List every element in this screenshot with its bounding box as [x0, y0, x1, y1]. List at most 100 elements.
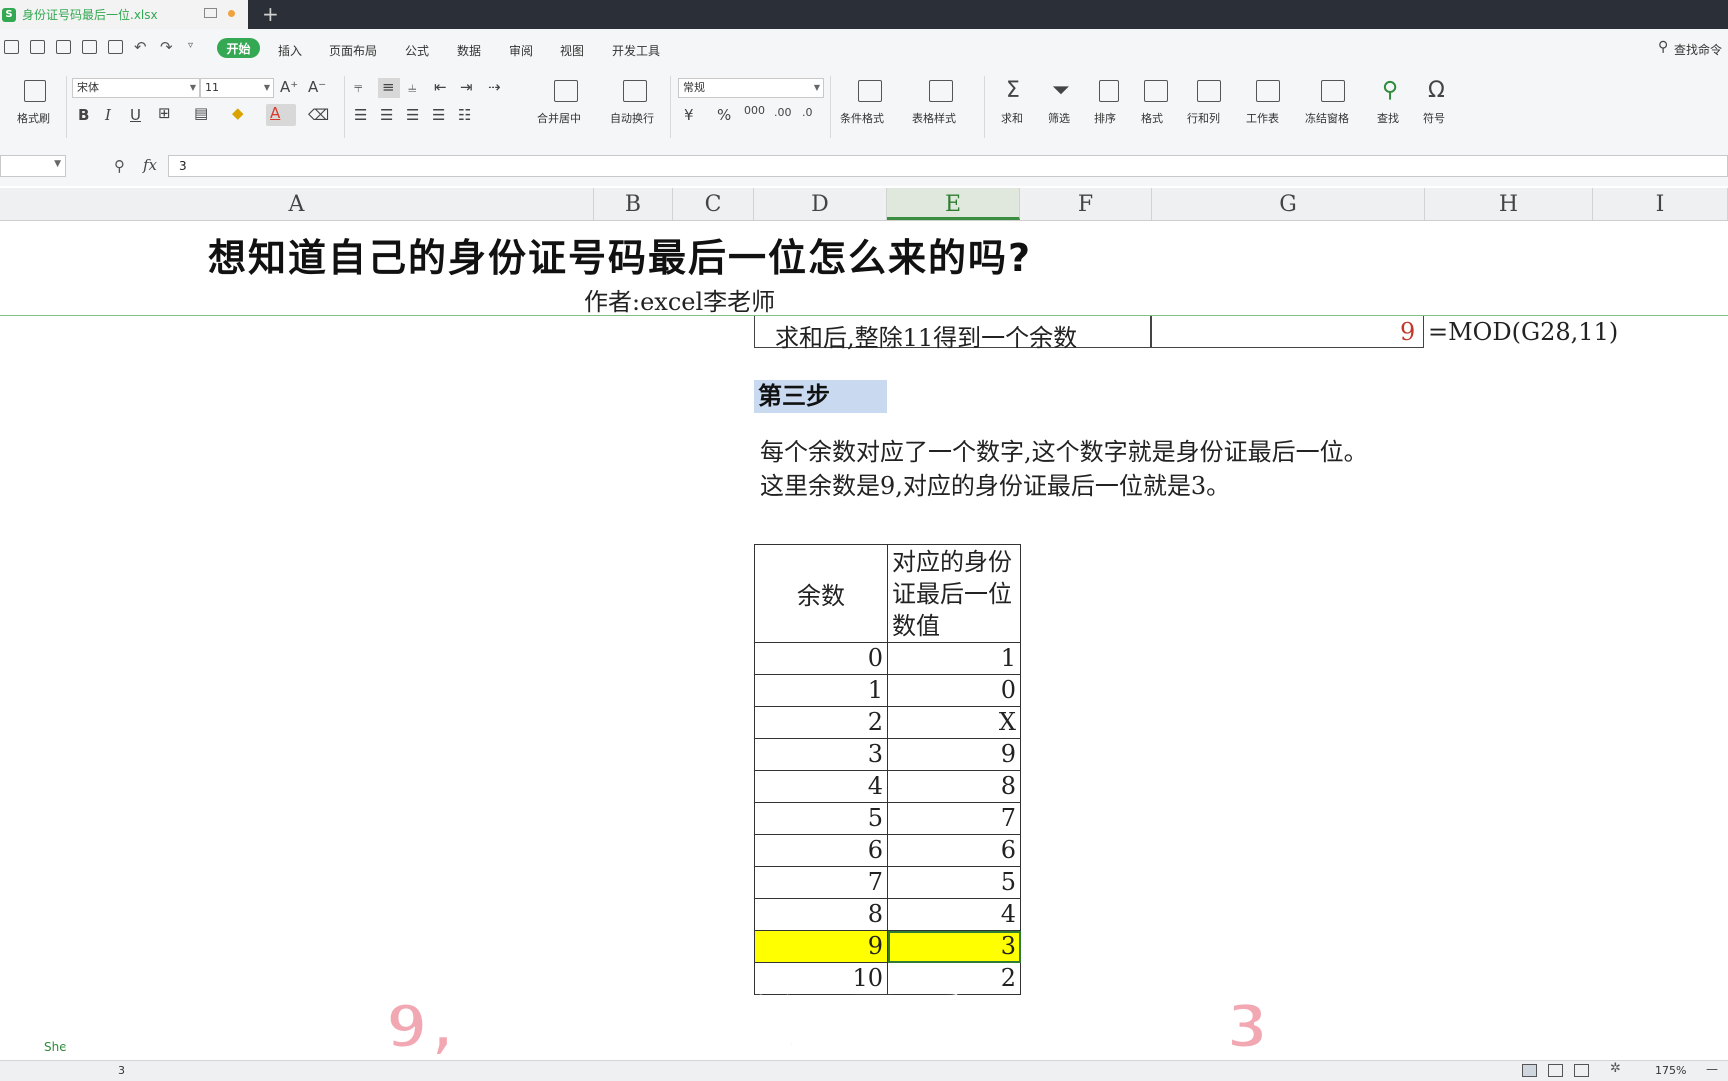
- remainder-cell[interactable]: 8: [754, 898, 888, 931]
- file-tab[interactable]: S 身份证号码最后一位.xlsx: [0, 0, 248, 29]
- symbol-icon[interactable]: Ω: [1428, 78, 1445, 103]
- table-header-id-last-digit[interactable]: 对应的身份证最后一位数值: [887, 544, 1021, 643]
- zoom-formula-icon[interactable]: ⚲: [114, 157, 125, 175]
- table-style-button[interactable]: 表格样式: [912, 110, 956, 126]
- plus-icon[interactable]: +: [262, 2, 279, 26]
- remainder-cell[interactable]: 5: [754, 802, 888, 835]
- mod-step-description-cell[interactable]: 求和后,整除11得到一个余数: [775, 318, 1077, 353]
- eraser-icon[interactable]: ⌫: [308, 106, 329, 124]
- column-header-g[interactable]: G: [1152, 188, 1425, 220]
- export-icon[interactable]: [56, 40, 71, 54]
- column-header-b[interactable]: B: [594, 188, 673, 220]
- remainder-cell[interactable]: 2: [754, 706, 888, 739]
- conditional-format-button[interactable]: 条件格式: [840, 110, 884, 126]
- sum-icon[interactable]: Σ: [1006, 78, 1020, 103]
- menu-tab-insert[interactable]: 插入: [278, 42, 302, 59]
- column-header-a[interactable]: A: [0, 188, 594, 220]
- page-layout-view-icon[interactable]: [1548, 1064, 1563, 1077]
- save-icon[interactable]: [30, 40, 45, 54]
- find-button[interactable]: 查找: [1377, 110, 1399, 126]
- symbol-button[interactable]: 符号: [1423, 110, 1445, 126]
- font-size-select[interactable]: 11 ▼: [200, 78, 274, 98]
- remainder-cell[interactable]: 4: [754, 770, 888, 803]
- conditional-format-icon[interactable]: [858, 80, 882, 102]
- sort-icon[interactable]: [1099, 80, 1119, 102]
- normal-view-icon[interactable]: [1522, 1064, 1537, 1077]
- digit-cell[interactable]: 5: [887, 866, 1021, 899]
- align-bottom-icon[interactable]: ⫨: [408, 78, 416, 96]
- sheet-tab[interactable]: She: [44, 1040, 67, 1054]
- border-icon[interactable]: ⊞: [158, 104, 171, 122]
- explanation-line-1[interactable]: 每个余数对应了一个数字,这个数字就是身份证最后一位。: [760, 432, 1368, 467]
- menu-tab-view[interactable]: 视图: [560, 42, 584, 59]
- indent-decrease-icon[interactable]: ⇤: [434, 78, 447, 96]
- monitor-icon[interactable]: [204, 8, 217, 18]
- decrease-decimal-icon[interactable]: .0: [802, 106, 813, 119]
- table-header-remainder[interactable]: 余数: [754, 544, 888, 643]
- currency-icon[interactable]: ¥: [684, 106, 694, 124]
- format-painter-button[interactable]: 格式刷: [17, 110, 50, 126]
- digit-cell[interactable]: 8: [887, 770, 1021, 803]
- merge-center-button[interactable]: 合并居中: [537, 110, 581, 126]
- digit-cell[interactable]: 4: [887, 898, 1021, 931]
- menu-tab-formulas[interactable]: 公式: [405, 42, 429, 59]
- explanation-line-2[interactable]: 这里余数是9,对应的身份证最后一位就是3。: [760, 466, 1230, 501]
- redo-icon[interactable]: ↷: [160, 38, 173, 56]
- column-header-f[interactable]: F: [1020, 188, 1152, 220]
- indent-increase-icon[interactable]: ⇥: [460, 78, 473, 96]
- column-header-i[interactable]: I: [1593, 188, 1728, 220]
- align-right-icon[interactable]: ☰: [406, 106, 419, 124]
- freeze-panes-button[interactable]: 冻结窗格: [1305, 110, 1349, 126]
- remainder-cell[interactable]: 3: [754, 738, 888, 771]
- digit-cell[interactable]: 1: [887, 642, 1021, 675]
- menu-tab-page-layout[interactable]: 页面布局: [329, 42, 377, 59]
- remainder-cell[interactable]: 9: [754, 930, 888, 963]
- worksheet-icon[interactable]: [1256, 80, 1280, 102]
- worksheet-button[interactable]: 工作表: [1246, 110, 1279, 126]
- row-col-icon[interactable]: [1197, 80, 1221, 102]
- zoom-level[interactable]: 175%: [1655, 1064, 1686, 1077]
- undo-icon[interactable]: ↶: [134, 38, 147, 56]
- name-box[interactable]: ▼: [0, 155, 66, 177]
- digit-cell[interactable]: 0: [887, 674, 1021, 707]
- percent-icon[interactable]: %: [717, 106, 731, 124]
- menu-tab-review[interactable]: 审阅: [509, 42, 533, 59]
- bold-icon[interactable]: B: [78, 106, 89, 124]
- increase-decimal-icon[interactable]: .00: [774, 106, 792, 119]
- sheet-title-cell[interactable]: 想知道自己的身份证号码最后一位怎么来的吗?: [208, 227, 1032, 282]
- filter-icon[interactable]: ⏷: [1052, 78, 1070, 103]
- selected-digit-cell[interactable]: 3: [887, 930, 1021, 963]
- formula-input[interactable]: 3: [168, 155, 1728, 177]
- column-header-h[interactable]: H: [1425, 188, 1593, 220]
- wrap-text-button[interactable]: 自动换行: [610, 110, 654, 126]
- font-grow-icon[interactable]: A⁺: [280, 78, 298, 96]
- step3-label-cell[interactable]: 第三步: [754, 380, 887, 413]
- fx-icon[interactable]: fx: [143, 156, 157, 174]
- align-center-icon[interactable]: ☰: [380, 106, 393, 124]
- underline-icon[interactable]: U: [130, 106, 141, 124]
- merge-center-icon[interactable]: [554, 80, 578, 102]
- digit-cell[interactable]: 7: [887, 802, 1021, 835]
- thousands-icon[interactable]: 000: [744, 104, 765, 117]
- remainder-cell[interactable]: 0: [754, 642, 888, 675]
- freeze-panes-icon[interactable]: [1321, 80, 1345, 102]
- sort-button[interactable]: 排序: [1094, 110, 1116, 126]
- format-icon[interactable]: [1144, 80, 1168, 102]
- mod-result-cell[interactable]: 9: [1400, 318, 1415, 346]
- digit-cell[interactable]: X: [887, 706, 1021, 739]
- search-icon[interactable]: ⚲: [1658, 39, 1668, 55]
- row-col-button[interactable]: 行和列: [1187, 110, 1220, 126]
- remainder-cell[interactable]: 7: [754, 866, 888, 899]
- italic-icon[interactable]: I: [105, 106, 111, 124]
- remainder-cell[interactable]: 1: [754, 674, 888, 707]
- wrap-text-icon[interactable]: [623, 80, 647, 102]
- text-direction-icon[interactable]: ⇢: [488, 78, 501, 96]
- print-icon[interactable]: [82, 40, 97, 54]
- open-icon[interactable]: [4, 40, 19, 54]
- font-shrink-icon[interactable]: A⁻: [308, 78, 326, 96]
- column-header-c[interactable]: C: [673, 188, 754, 220]
- author-cell[interactable]: 作者:excel李老师: [584, 282, 775, 317]
- justify-icon[interactable]: ☰: [432, 106, 445, 124]
- fill-color-icon[interactable]: ◆: [232, 104, 244, 122]
- column-header-d[interactable]: D: [754, 188, 887, 220]
